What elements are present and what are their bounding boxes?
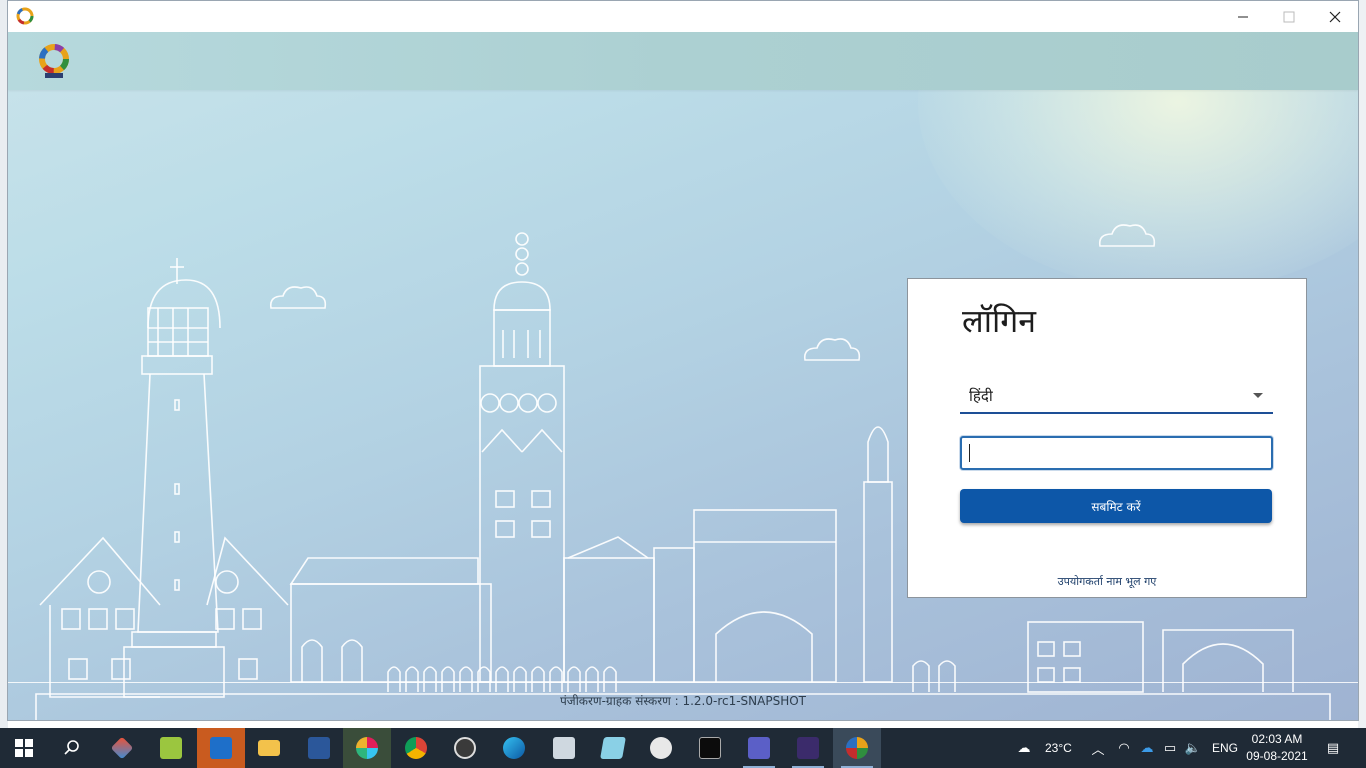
monitor-icon	[553, 737, 575, 759]
taskbar-outlook[interactable]	[197, 728, 245, 768]
dropdown-arrow-icon[interactable]	[1253, 393, 1263, 398]
app-content: पंजीकरण-ग्राहक संस्करण : 1.2.0-rc1-SNAPS…	[8, 32, 1358, 720]
taskbar-ide[interactable]	[784, 728, 832, 768]
search-icon	[64, 740, 79, 755]
minimize-button[interactable]	[1220, 1, 1266, 32]
outlook-icon	[210, 737, 232, 759]
app-logo-icon	[16, 7, 34, 25]
notes-icon	[600, 737, 626, 759]
chrome-icon	[405, 737, 427, 759]
mosip-logo-icon	[846, 737, 868, 759]
obs-icon	[454, 737, 476, 759]
snipping-icon	[650, 737, 672, 759]
git-icon	[110, 736, 134, 760]
search-button[interactable]	[48, 728, 96, 768]
wifi-icon[interactable]: ◠	[1116, 740, 1132, 756]
maximize-icon	[1283, 11, 1295, 22]
start-button[interactable]	[0, 728, 48, 768]
taskbar-notepadpp[interactable]	[147, 728, 195, 768]
chevron-up-icon[interactable]: ︿	[1090, 740, 1106, 757]
taskbar-teams[interactable]	[735, 728, 783, 768]
taskbar-task-manager[interactable]	[540, 728, 588, 768]
forgot-username-link[interactable]: उपयोगकर्ता नाम भूल गए	[908, 574, 1306, 589]
taskbar-obs[interactable]	[441, 728, 489, 768]
taskbar-slack[interactable]	[343, 728, 391, 768]
notepad-plus-plus-icon	[160, 737, 182, 759]
app-header	[8, 32, 1358, 90]
taskbar-word[interactable]	[295, 728, 343, 768]
username-input[interactable]	[960, 436, 1273, 470]
close-button[interactable]	[1312, 1, 1358, 32]
version-text: पंजीकरण-ग्राहक संस्करण : 1.2.0-rc1-SNAPS…	[559, 694, 807, 708]
clock-date: 09-08-2021	[1246, 749, 1308, 763]
mosip-logo-icon	[39, 44, 69, 78]
ide-icon	[797, 737, 819, 759]
app-window: पंजीकरण-ग्राहक संस्करण : 1.2.0-rc1-SNAPS…	[7, 0, 1359, 721]
text-cursor	[969, 444, 970, 462]
taskbar-file-explorer[interactable]	[245, 728, 293, 768]
volume-icon[interactable]: 🔈	[1185, 740, 1201, 756]
terminal-icon	[699, 737, 721, 759]
notifications-icon[interactable]: ▤	[1325, 740, 1341, 756]
login-card: लॉगिन हिंदी सबमिट करें उपयोगकर्ता नाम भू…	[907, 278, 1307, 598]
background-window-edge-right	[1358, 0, 1366, 728]
title-bar[interactable]	[8, 1, 1358, 32]
login-title: लॉगिन	[962, 302, 1037, 340]
language-selected-value: हिंदी	[969, 387, 993, 405]
weather-temperature[interactable]: 23°C	[1045, 741, 1072, 755]
language-select[interactable]: हिंदी	[960, 379, 1273, 414]
battery-icon[interactable]: ▭	[1162, 740, 1178, 756]
windows-logo-icon	[15, 739, 33, 757]
folder-icon	[258, 740, 280, 756]
weather-cloud-icon[interactable]: ☁	[1016, 740, 1032, 756]
taskbar-edge[interactable]	[490, 728, 538, 768]
taskbar: ☁ 23°C ︿ ◠ ☁ ▭ 🔈 ENG 02:03 AM 09-08-2021…	[0, 728, 1366, 768]
taskbar-chrome[interactable]	[392, 728, 440, 768]
input-language[interactable]: ENG	[1212, 741, 1238, 755]
maximize-button[interactable]	[1266, 1, 1312, 32]
taskbar-snipping[interactable]	[637, 728, 685, 768]
onedrive-cloud-icon[interactable]: ☁	[1139, 740, 1155, 756]
taskbar-terminal[interactable]	[686, 728, 734, 768]
taskbar-registration-client[interactable]	[833, 728, 881, 768]
taskbar-git[interactable]	[98, 728, 146, 768]
teams-icon	[748, 737, 770, 759]
taskbar-notes[interactable]	[589, 728, 637, 768]
word-icon	[308, 737, 330, 759]
minimize-icon	[1238, 16, 1248, 17]
footer-divider	[8, 682, 1358, 683]
slack-icon	[356, 737, 378, 759]
submit-button[interactable]: सबमिट करें	[960, 489, 1272, 523]
edge-icon	[503, 737, 525, 759]
clock[interactable]: 02:03 AM 09-08-2021	[1244, 731, 1310, 765]
clock-time: 02:03 AM	[1251, 732, 1303, 746]
close-icon	[1329, 11, 1341, 22]
